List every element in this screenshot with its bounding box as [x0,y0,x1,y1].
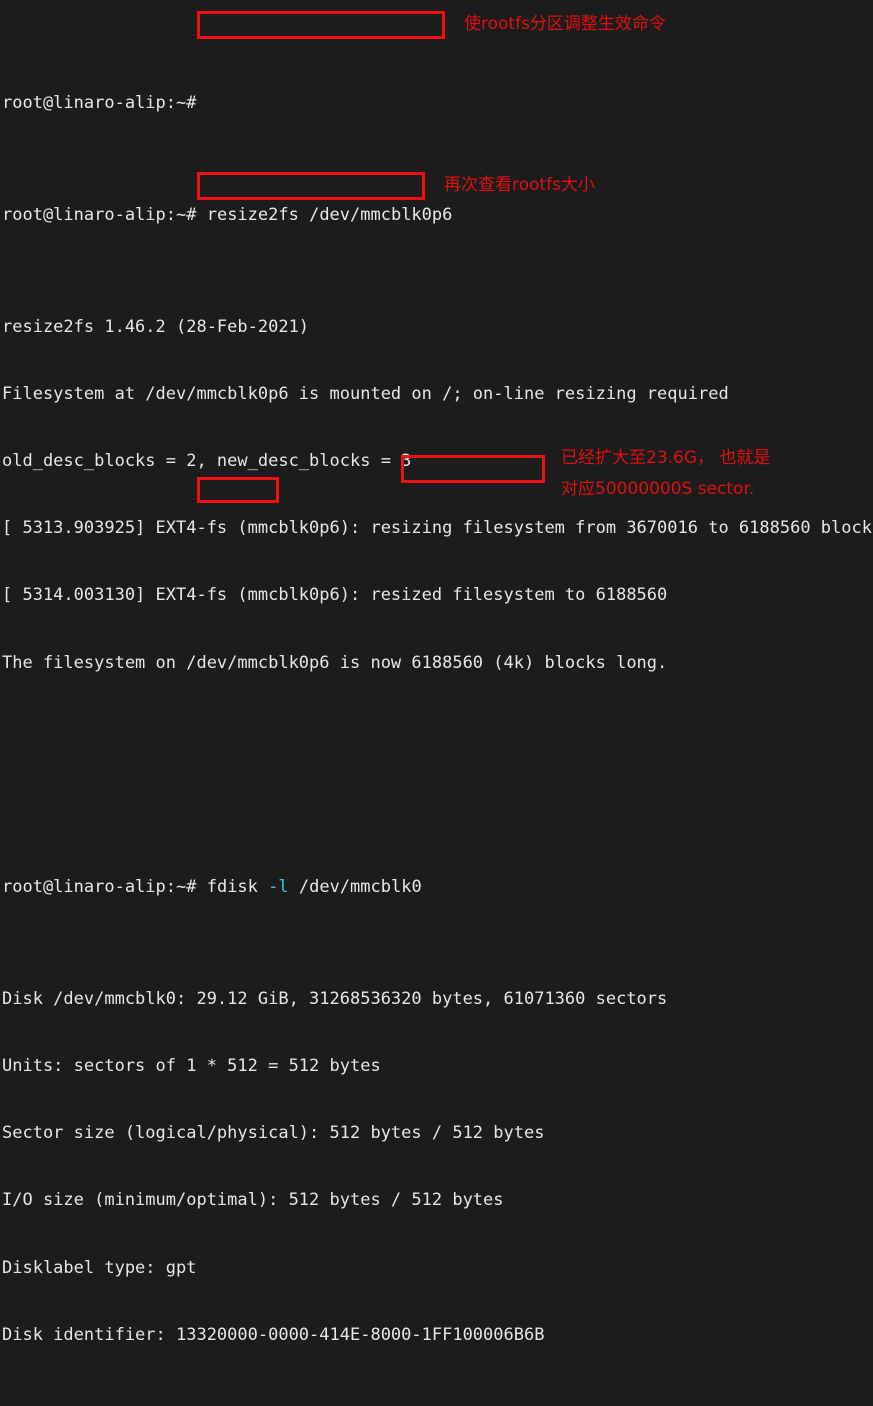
command-line-resize2fs: root@linaro-alip:~# resize2fs /dev/mmcbl… [2,204,873,226]
command-fdisk[interactable]: fdisk [207,877,258,897]
shell-prompt: root@linaro-alip:~# [2,92,197,113]
output-line: Sector size (logical/physical): 512 byte… [2,1123,545,1144]
command-line-fdisk: root@linaro-alip:~# fdisk -l /dev/mmcblk… [2,876,873,898]
output-line: Units: sectors of 1 * 512 = 512 bytes [2,1055,381,1076]
shell-prompt: root@linaro-alip:~# [2,876,197,897]
output-line: [ 5314.003130] EXT4-fs (mmcblk0p6): resi… [2,585,668,606]
output-line: The filesystem on /dev/mmcblk0p6 is now … [2,652,668,673]
command-resize2fs[interactable]: resize2fs [207,205,299,225]
terminal-window[interactable]: root@linaro-alip:~# root@linaro-alip:~# … [0,0,873,1345]
annotation-fdisk-note: 再次查看rootfs大小 [444,175,595,195]
command-resize2fs-args: /dev/mmcblk0p6 [298,204,453,225]
terminal-screen: root@linaro-alip:~# root@linaro-alip:~# … [2,2,873,1406]
output-line: I/O size (minimum/optimal): 512 bytes / … [2,1190,504,1211]
command-fdisk-flag: -l [257,876,289,897]
output-line: Disk /dev/mmcblk0: 29.12 GiB, 3126853632… [2,988,668,1009]
annotation-size-note-line2: 对应50000000S sector. [561,479,755,499]
output-line: Disk identifier: 13320000-0000-414E-8000… [2,1324,545,1345]
output-line: Disklabel type: gpt [2,1257,197,1278]
output-line: resize2fs 1.46.2 (28-Feb-2021) [2,316,310,337]
prompt-line-empty: root@linaro-alip:~# [2,92,873,114]
shell-prompt: root@linaro-alip:~# [2,204,197,225]
output-line: [ 5313.903925] EXT4-fs (mmcblk0p6): resi… [2,518,873,539]
annotation-resize-note: 使rootfs分区调整生效命令 [464,14,666,34]
annotation-size-note-line1: 已经扩大至23.6G， 也就是 [561,448,771,468]
command-fdisk-args: /dev/mmcblk0 [288,876,422,897]
output-line: Filesystem at /dev/mmcblk0p6 is mounted … [2,383,729,404]
